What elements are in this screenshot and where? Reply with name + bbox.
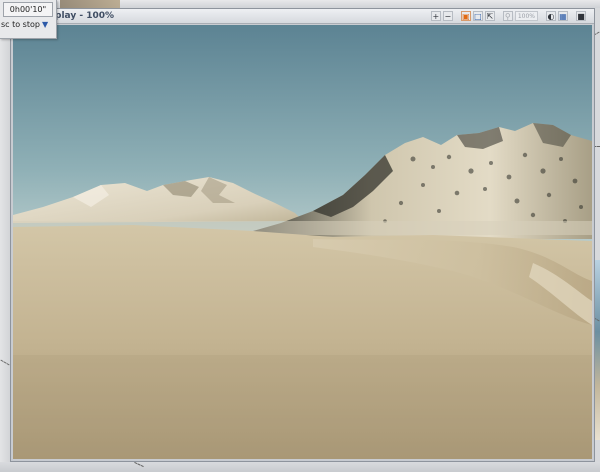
terrain-render (13, 25, 592, 459)
magnifier-icon[interactable]: ⚲ (502, 11, 513, 21)
desktop-bottom-strip (0, 462, 600, 472)
close-icon[interactable]: ■ (576, 11, 586, 21)
crop-icon[interactable]: ▣ (460, 11, 471, 21)
frame-icon[interactable]: □ (472, 11, 483, 21)
contrast-icon[interactable]: ◐ (546, 11, 556, 21)
funnel-icon[interactable]: ▼ (42, 21, 50, 29)
zoom-in-icon[interactable]: + (430, 11, 441, 21)
zoom-level-field[interactable]: 100% (514, 11, 538, 21)
render-status-window: 0h00'10" sc to stop ▼ (0, 0, 57, 39)
zoom-out-icon[interactable]: − (442, 11, 453, 21)
background-thumbnail (60, 0, 120, 8)
save-icon[interactable]: ▦ (558, 11, 568, 21)
rendered-image (12, 24, 593, 460)
elapsed-time-display: 0h00'10" (3, 2, 53, 17)
title-bar[interactable]: play - 100% + − ▣ □ ⇱ ⚲ 100% ◐ ▦ ■ (11, 9, 594, 24)
fit-icon[interactable]: ⇱ (484, 11, 495, 21)
render-display-window: play - 100% + − ▣ □ ⇱ ⚲ 100% ◐ ▦ ■ (10, 8, 595, 462)
render-toolbar: + − ▣ □ ⇱ ⚲ 100% ◐ ▦ ■ (430, 10, 586, 22)
window-title: play - 100% (55, 11, 114, 21)
